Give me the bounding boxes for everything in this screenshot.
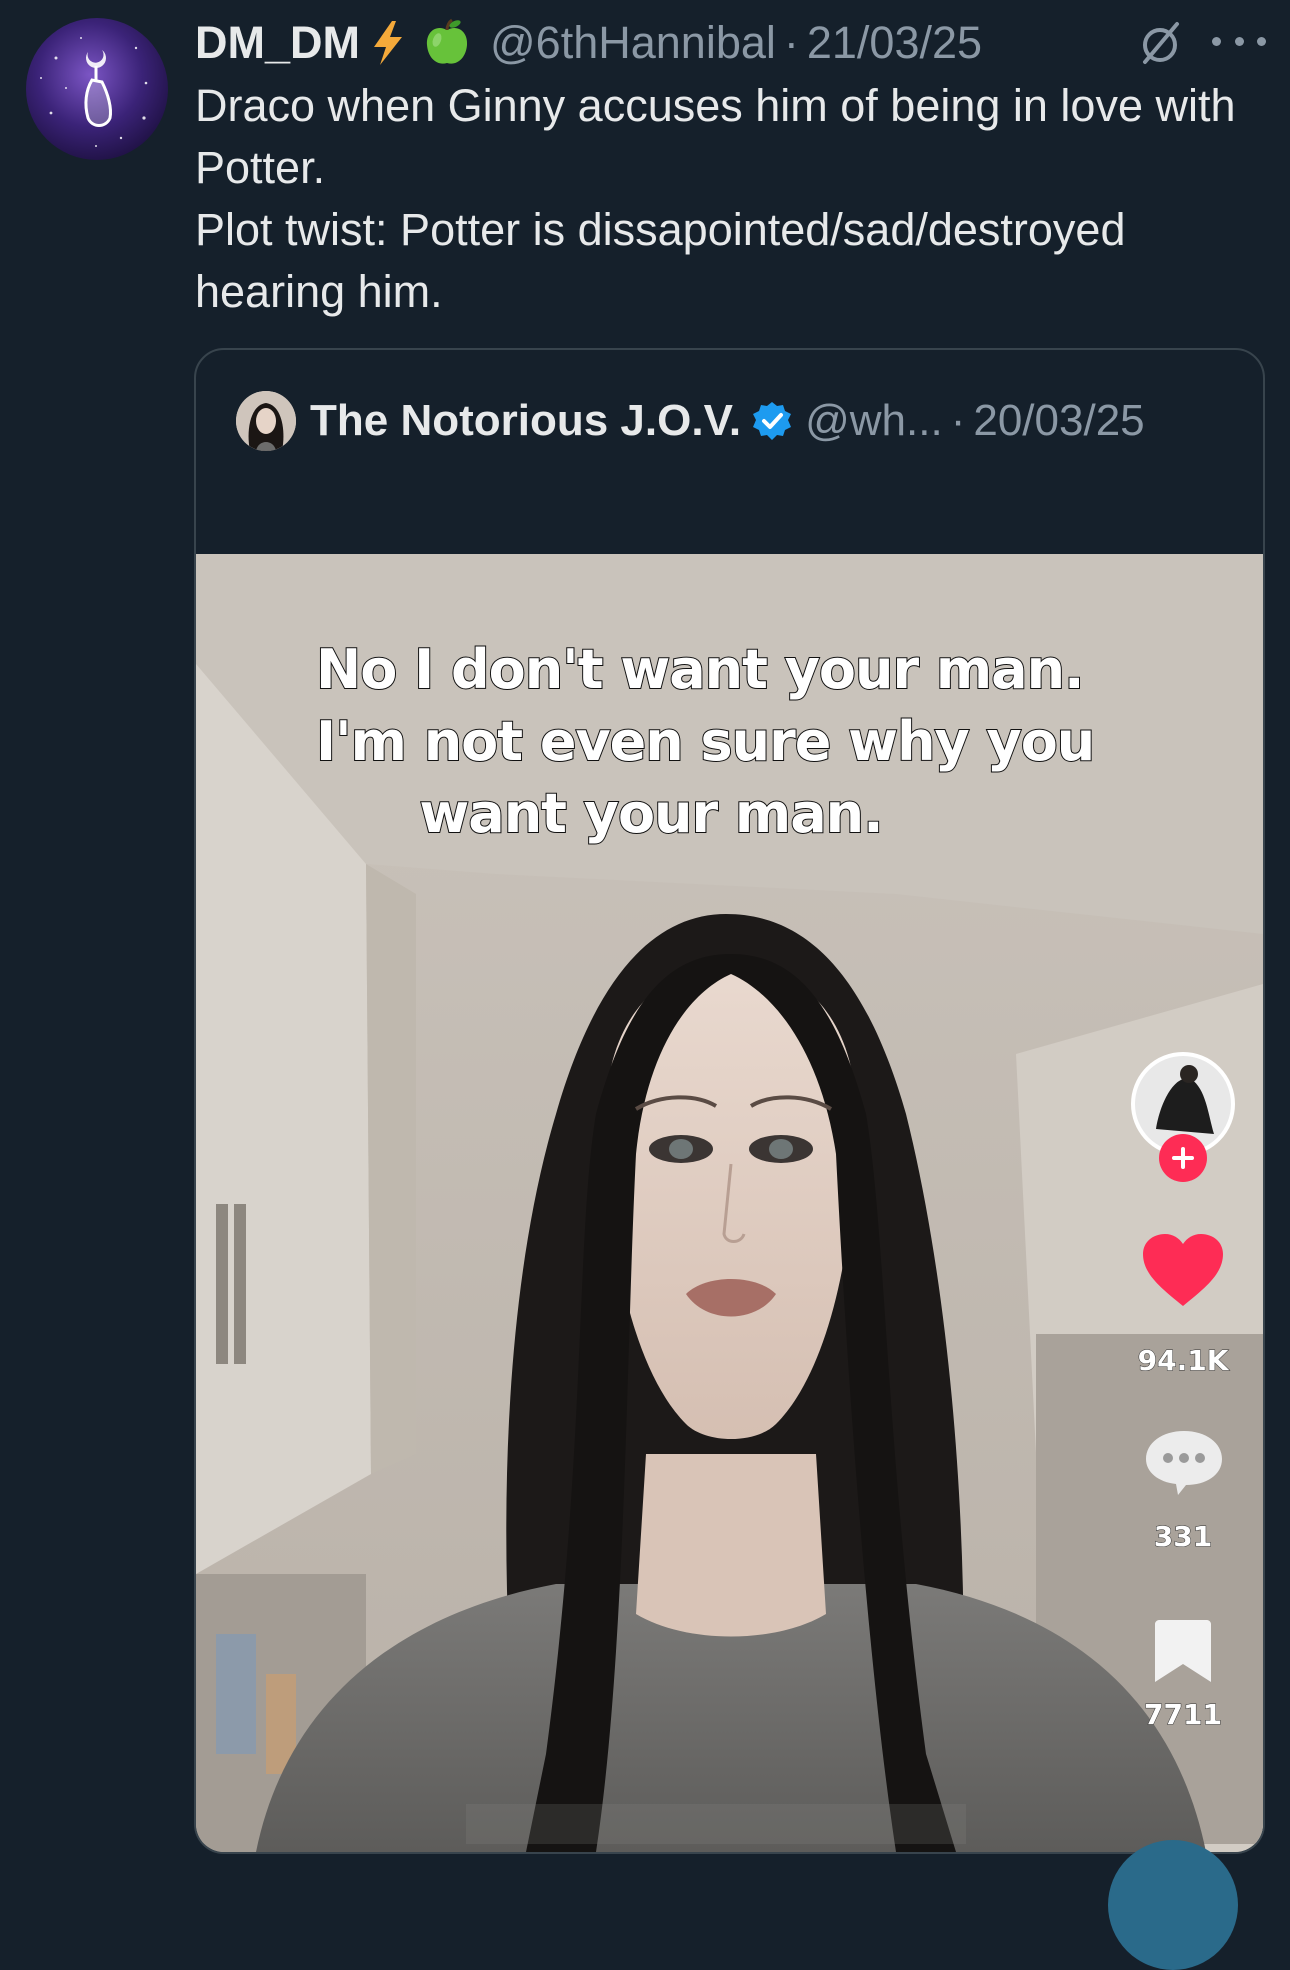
comments-count: 331 <box>1153 1520 1213 1554</box>
caption-line: No I don't want your man. <box>315 637 1086 702</box>
quoted-tweet-media[interactable]: No I don't want your man. I'm not even s… <box>196 554 1263 1852</box>
verified-badge-icon <box>751 400 793 442</box>
like-heart-icon[interactable] <box>1141 1232 1225 1313</box>
green-apple-icon <box>422 18 472 68</box>
bookmark-icon[interactable] <box>1153 1618 1213 1689</box>
quoted-author-display-name[interactable]: The Notorious J.O.V. <box>310 396 741 446</box>
quoted-header-separator: · <box>950 396 966 445</box>
author-display-name[interactable]: DM_DM <box>195 17 360 69</box>
quoted-tweet[interactable]: The Notorious J.O.V. @wh... · 20/03/25 N… <box>194 348 1265 1854</box>
header-separator: · <box>783 17 799 68</box>
tweet-text-line: Plot twist: Potter is dissapointed/sad/d… <box>195 204 1126 317</box>
grok-icon[interactable] <box>1135 18 1185 68</box>
quoted-author-avatar[interactable] <box>236 391 296 451</box>
floating-compose-button[interactable] <box>1108 1840 1238 1970</box>
lightning-icon <box>368 19 408 67</box>
comment-bubble-icon[interactable] <box>1144 1427 1224 1502</box>
author-avatar[interactable] <box>26 18 168 160</box>
likes-count: 94.1K <box>1137 1344 1229 1378</box>
video-caption: No I don't want your man. I'm not even s… <box>315 634 1096 850</box>
author-handle[interactable]: @6thHannibal <box>490 17 776 69</box>
quoted-tweet-header: The Notorious J.O.V. @wh... · 20/03/25 <box>236 390 1145 452</box>
quoted-author-handle[interactable]: @wh... <box>805 396 943 446</box>
quoted-tweet-date[interactable]: 20/03/25 <box>973 396 1144 446</box>
caption-line: want your man. <box>418 781 884 846</box>
follow-plus-icon[interactable] <box>1159 1134 1207 1182</box>
tweet-header: DM_DM @6thHannibal · 21/03/25 <box>195 8 1275 78</box>
tweet-text: Draco when Ginny accuses him of being in… <box>195 75 1275 323</box>
tweet-date[interactable]: 21/03/25 <box>807 17 982 69</box>
tweet[interactable]: DM_DM @6thHannibal · 21/03/25 Draco when… <box>0 0 1290 1970</box>
shirt-print <box>466 1804 966 1844</box>
tweet-text-line: Draco when Ginny accuses him of being in… <box>195 80 1236 193</box>
more-options-icon[interactable] <box>1212 24 1266 58</box>
caption-line: I'm not even sure why you <box>315 709 1096 774</box>
saves-count: 7711 <box>1144 1698 1223 1732</box>
